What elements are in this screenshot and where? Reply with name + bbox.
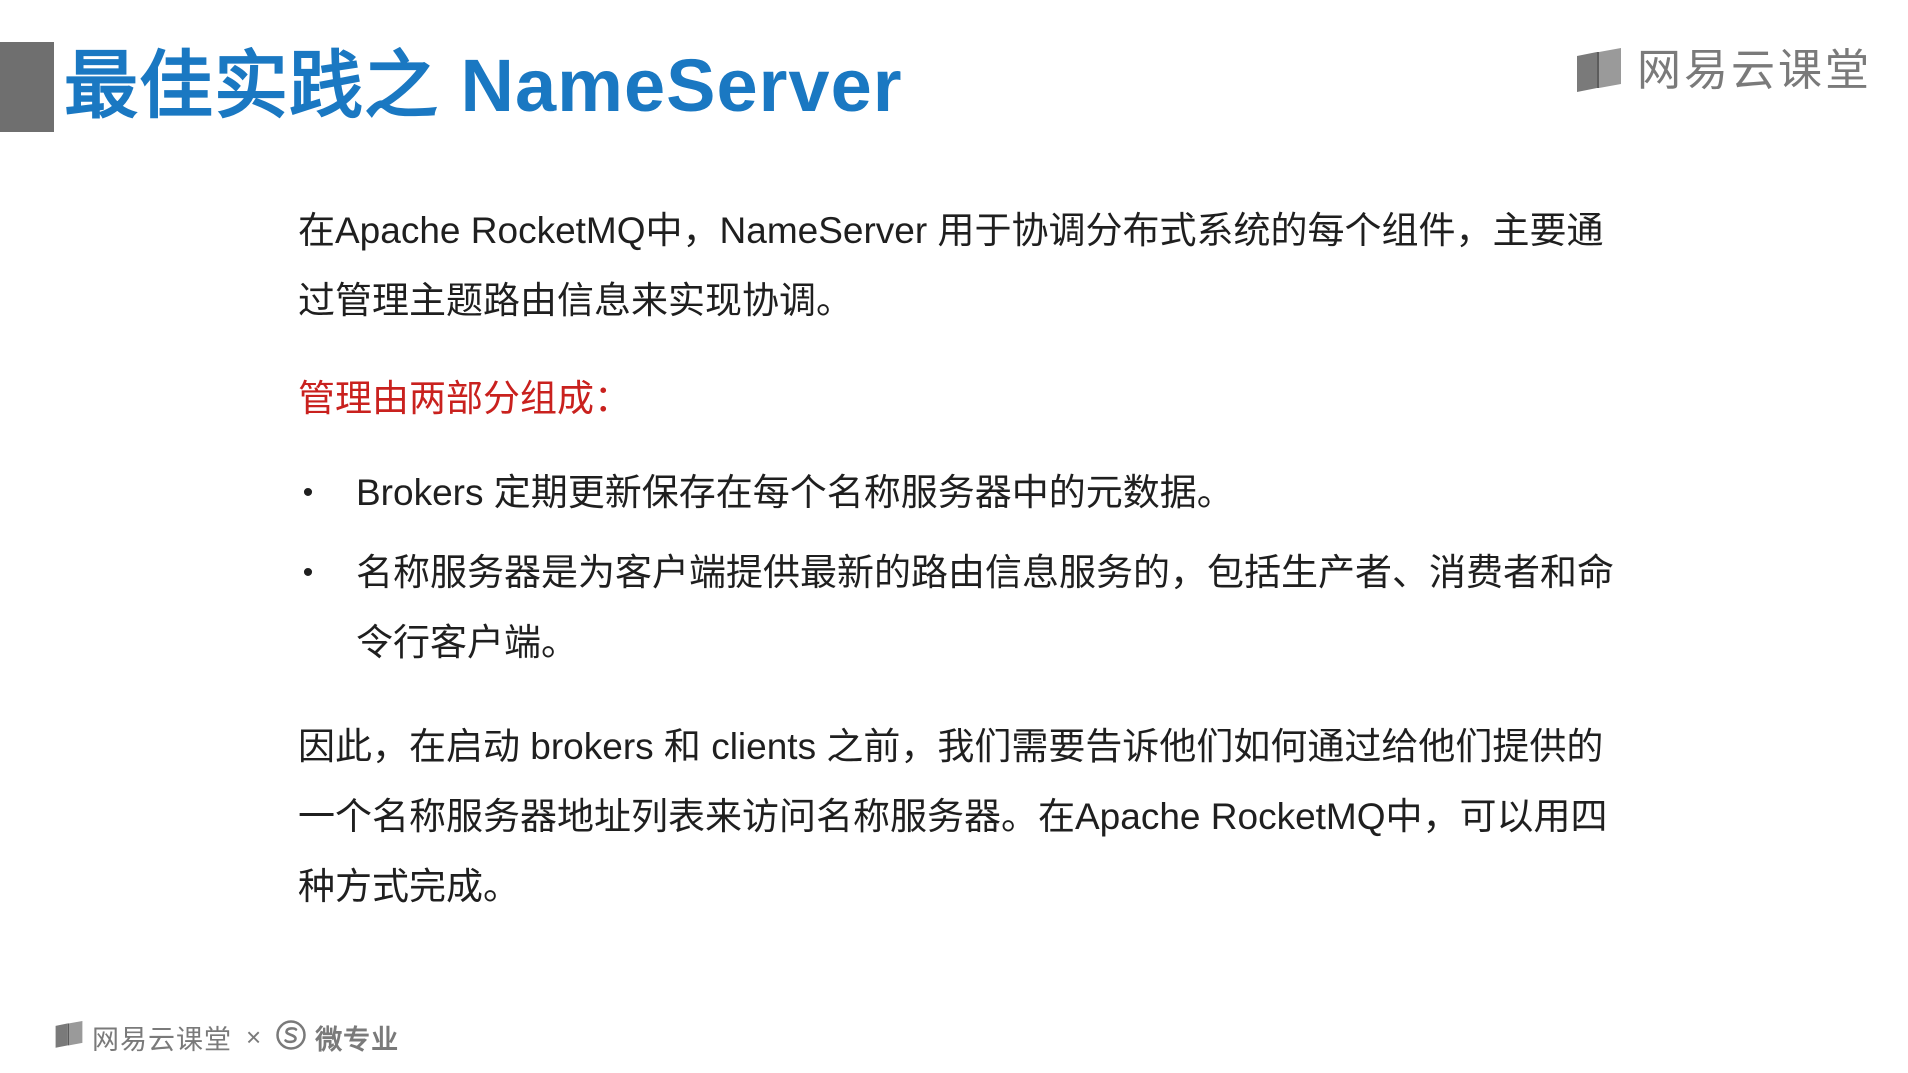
bullet-item: • Brokers 定期更新保存在每个名称服务器中的元数据。 xyxy=(298,458,1638,528)
bullet-item: • 名称服务器是为客户端提供最新的路由信息服务的，包括生产者、消费者和命令行客户… xyxy=(298,538,1638,678)
footer-times: × xyxy=(246,1021,262,1052)
footer-brand: 网易云课堂 × 微专业 xyxy=(54,1017,399,1057)
footer-partner-name: 微专业 xyxy=(315,1024,400,1055)
page-title: 最佳实践之 NameServer xyxy=(64,44,903,127)
bullet-dot-icon: • xyxy=(302,476,314,509)
bullet-list: • Brokers 定期更新保存在每个名称服务器中的元数据。 • 名称服务器是为… xyxy=(298,458,1638,678)
section-heading: 管理由两部分组成： xyxy=(298,378,631,419)
brand-logo-top: 网易云课堂 xyxy=(1575,44,1872,98)
book-icon xyxy=(54,1020,84,1054)
intro-paragraph: 在Apache RocketMQ中，NameServer 用于协调分布式系统的每… xyxy=(298,210,1604,321)
slide-content: 在Apache RocketMQ中，NameServer 用于协调分布式系统的每… xyxy=(298,196,1638,922)
closing-paragraph: 因此，在启动 brokers 和 clients 之前，我们需要告诉他们如何通过… xyxy=(298,726,1608,907)
brand-name: 网易云课堂 xyxy=(1637,46,1872,95)
bullet-dot-icon: • xyxy=(302,556,314,589)
footer-brand-name: 网易云课堂 xyxy=(92,1024,232,1055)
s-circle-icon xyxy=(275,1019,307,1056)
header-marker xyxy=(0,42,54,132)
bullet-text: Brokers 定期更新保存在每个名称服务器中的元数据。 xyxy=(356,472,1234,513)
bullet-text: 名称服务器是为客户端提供最新的路由信息服务的，包括生产者、消费者和命令行客户端。 xyxy=(356,552,1614,663)
book-icon xyxy=(1575,48,1623,94)
